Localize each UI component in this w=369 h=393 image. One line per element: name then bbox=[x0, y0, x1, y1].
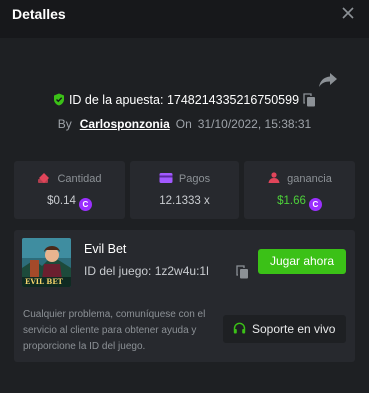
stat-profit: ganancia $1.66 C bbox=[244, 161, 355, 219]
bet-id-label: ID de la apuesta: bbox=[68, 93, 164, 107]
money-icon bbox=[38, 173, 50, 183]
headset-icon bbox=[233, 322, 246, 334]
stat-amount: Cantidad $0.14 C bbox=[14, 161, 125, 219]
close-icon[interactable] bbox=[341, 6, 355, 20]
share-icon[interactable] bbox=[318, 72, 338, 88]
game-name: Evil Bet bbox=[84, 242, 127, 256]
thumbnail-label: EVIL BET bbox=[25, 277, 63, 286]
stat-amount-label: Cantidad bbox=[57, 173, 102, 185]
stat-profit-label: ganancia bbox=[287, 173, 332, 185]
live-support-label: Soporte en vivo bbox=[252, 322, 336, 336]
bet-id-value: 1748214335216750599 bbox=[166, 93, 300, 107]
coin-icon: C bbox=[308, 198, 322, 211]
username-link[interactable]: Carlosponzonia bbox=[80, 117, 170, 131]
copy-icon[interactable] bbox=[236, 265, 249, 279]
modal-title: Detalles bbox=[12, 6, 66, 22]
wallet-icon bbox=[159, 173, 173, 183]
bet-author-row: By Carlosponzonia On 31/10/2022, 15:38:31 bbox=[0, 117, 369, 131]
coin-icon: C bbox=[78, 198, 92, 211]
profit-icon bbox=[268, 172, 280, 183]
live-support-button[interactable]: Soporte en vivo bbox=[223, 315, 346, 343]
stat-profit-value: $1.66 bbox=[277, 195, 306, 207]
stat-payout: Pagos 12.1333 x bbox=[130, 161, 239, 219]
copy-icon[interactable] bbox=[303, 93, 316, 107]
stat-payout-label: Pagos bbox=[178, 173, 211, 185]
game-card: EVIL BET Evil Bet ID del juego: 1z2w4u:1… bbox=[14, 230, 355, 362]
bet-date: 31/10/2022, 15:38:31 bbox=[197, 117, 312, 131]
by-label: By bbox=[57, 117, 72, 131]
game-thumbnail[interactable]: EVIL BET bbox=[22, 238, 71, 287]
stat-amount-value: $0.14 bbox=[47, 195, 76, 207]
bet-id-row: ID de la apuesta: 1748214335216750599 bbox=[0, 93, 369, 107]
play-now-button[interactable]: Jugar ahora bbox=[258, 249, 346, 274]
stat-payout-value: 12.1333 x bbox=[159, 195, 210, 207]
on-label: On bbox=[175, 117, 192, 131]
help-text: Cualquier problema, comuníquese con el s… bbox=[23, 309, 206, 352]
modal-header: Detalles bbox=[0, 0, 369, 38]
bet-details-modal: Detalles ID de la apuesta: 1748214335216… bbox=[0, 0, 369, 393]
shield-icon bbox=[53, 93, 64, 106]
game-id: ID del juego: 1z2w4u:1l bbox=[84, 264, 209, 278]
